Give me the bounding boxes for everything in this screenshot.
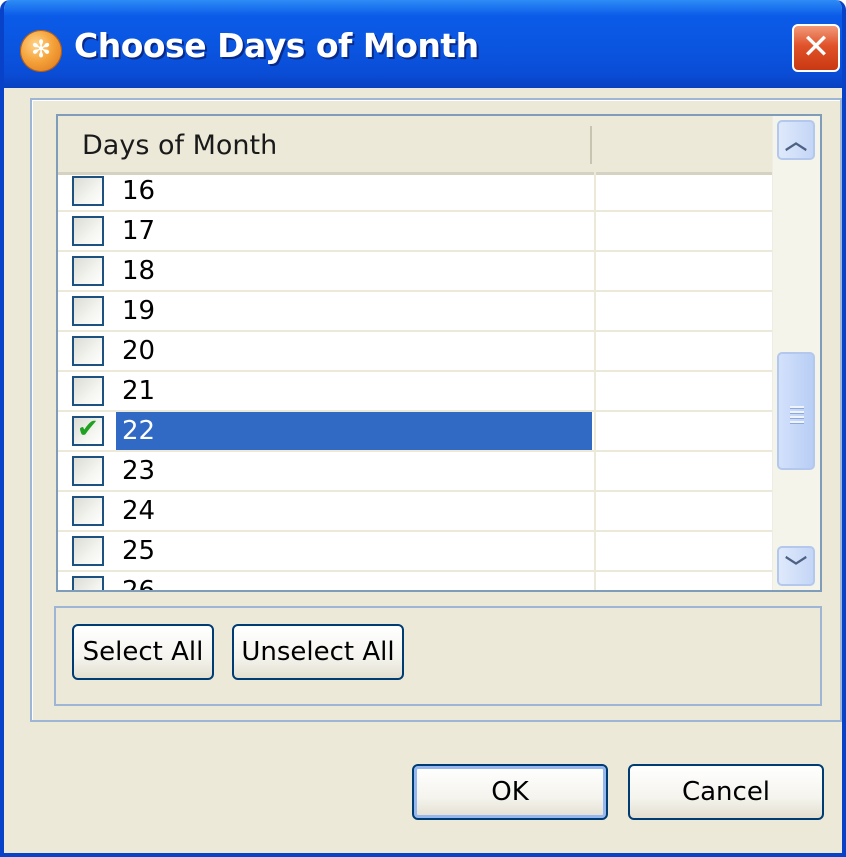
table-row[interactable]: 21 [58,372,772,412]
checkmark-icon: ✔ [77,414,99,444]
grip-icon [790,406,804,426]
row-column-separator [594,212,596,252]
days-table[interactable]: Days of Month 16 17 18 19 20 21 ✔ 22 23 24 25 26 ︿ … [56,114,822,592]
ok-button[interactable]: OK [412,764,608,820]
row-column-separator [594,412,596,452]
row-column-separator [594,172,596,212]
day-label[interactable]: 23 [116,452,592,490]
unselect-all-button[interactable]: Unselect All [232,624,404,680]
row-column-separator [594,372,596,412]
row-column-separator [594,252,596,292]
table-row[interactable]: 19 [58,292,772,332]
day-label[interactable]: 19 [116,292,592,330]
close-button[interactable]: ✕ [792,24,840,72]
app-icon-glyph: ✻ [30,35,52,63]
table-row[interactable]: 20 [58,332,772,372]
title-bar[interactable]: ✻ Choose Days of Month ✕ [4,0,842,88]
day-checkbox[interactable] [72,336,104,366]
day-label[interactable]: 20 [116,332,592,370]
table-row[interactable]: 17 [58,212,772,252]
row-column-separator [594,452,596,492]
day-label[interactable]: 17 [116,212,592,250]
table-row[interactable]: 25 [58,532,772,572]
select-all-button[interactable]: Select All [72,624,214,680]
table-row[interactable]: ✔ 22 [58,412,772,452]
cancel-button[interactable]: Cancel [628,764,824,820]
table-rows: 16 17 18 19 20 21 ✔ 22 23 24 25 26 [58,172,772,590]
table-row[interactable]: 16 [58,172,772,212]
table-row[interactable]: 18 [58,252,772,292]
row-column-separator [594,572,596,590]
day-checkbox[interactable] [72,376,104,406]
day-checkbox[interactable] [72,496,104,526]
column-separator[interactable] [590,126,592,164]
day-checkbox[interactable] [72,576,104,590]
dialog-window: ✻ Choose Days of Month ✕ Days of Month 1… [0,0,846,857]
day-label[interactable]: 25 [116,532,592,570]
chevron-down-icon: ﹀ [784,556,807,581]
day-label[interactable]: 21 [116,372,592,410]
day-label[interactable]: 24 [116,492,592,530]
app-icon: ✻ [20,30,62,72]
day-checkbox[interactable] [72,536,104,566]
scroll-thumb[interactable] [777,352,815,470]
day-label[interactable]: 26 [116,572,592,590]
table-row[interactable]: 24 [58,492,772,532]
table-header: Days of Month [58,116,772,175]
vertical-scrollbar[interactable]: ︿ ﹀ [772,116,820,590]
close-icon: ✕ [801,27,831,67]
chevron-up-icon: ︿ [784,130,807,155]
day-checkbox[interactable] [72,296,104,326]
table-row[interactable]: 26 [58,572,772,590]
scroll-down-button[interactable]: ﹀ [777,546,815,586]
row-column-separator [594,532,596,572]
window-title: Choose Days of Month [74,26,479,65]
day-label[interactable]: 18 [116,252,592,290]
day-checkbox[interactable]: ✔ [72,414,104,446]
row-column-separator [594,332,596,372]
row-column-separator [594,492,596,532]
scroll-up-button[interactable]: ︿ [777,120,815,160]
day-checkbox[interactable] [72,176,104,206]
column-header-days[interactable]: Days of Month [82,130,277,161]
table-row[interactable]: 23 [58,452,772,492]
day-label[interactable]: 22 [116,412,592,450]
day-checkbox[interactable] [72,216,104,246]
day-checkbox[interactable] [72,256,104,286]
day-label[interactable]: 16 [116,172,592,210]
day-checkbox[interactable] [72,456,104,486]
row-column-separator [594,292,596,332]
